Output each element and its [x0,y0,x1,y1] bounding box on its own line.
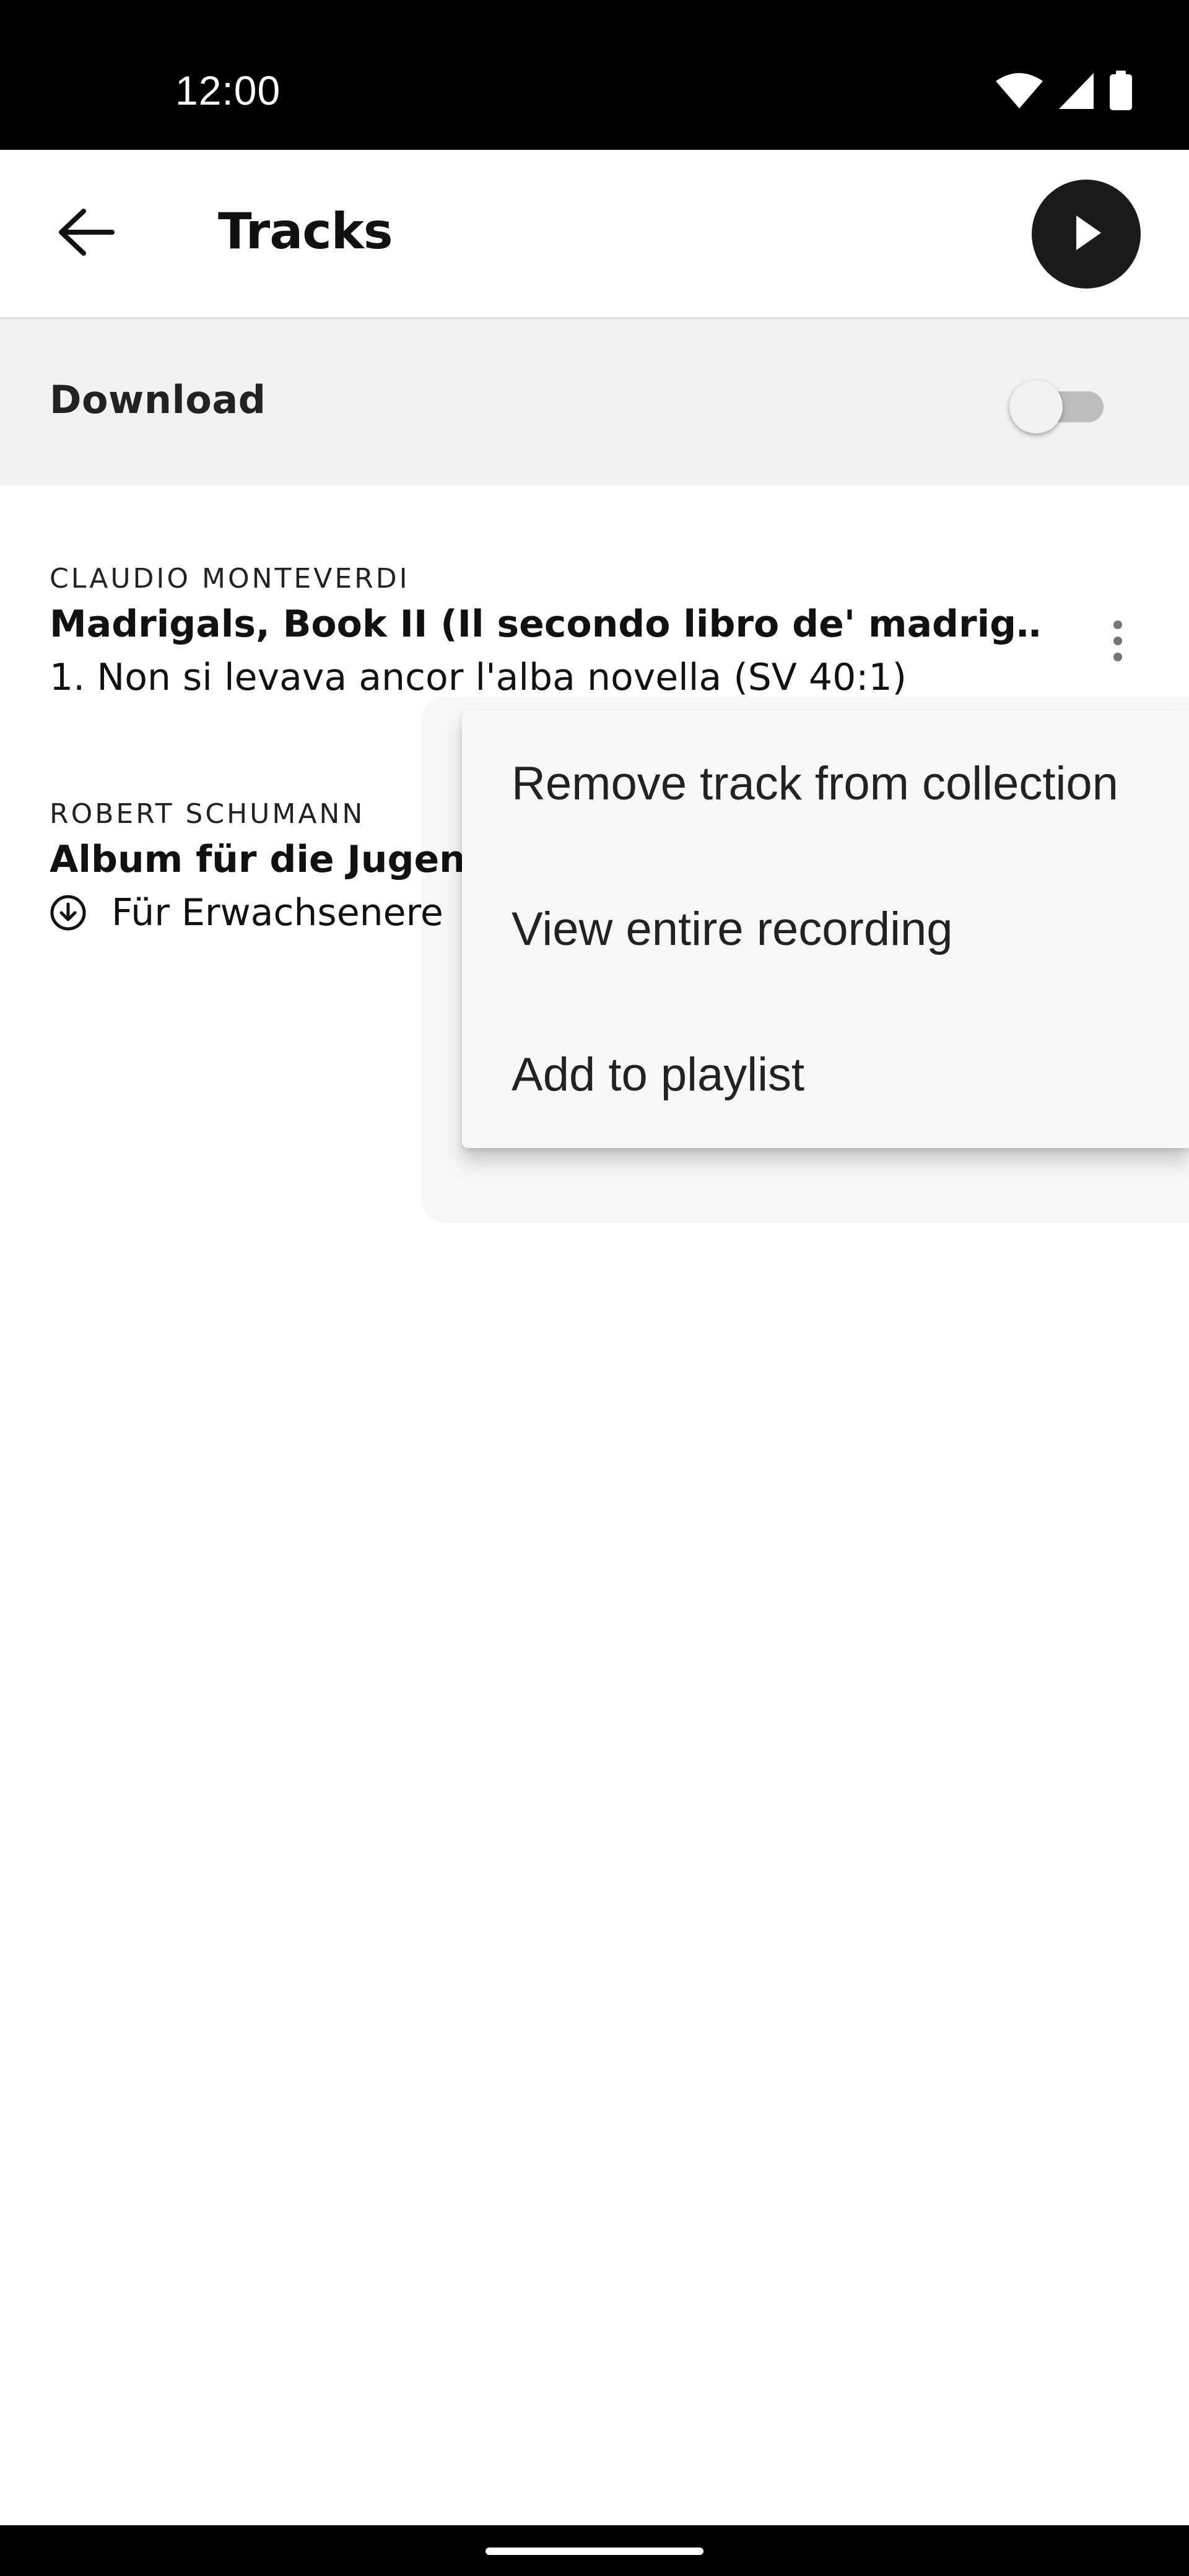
track-item[interactable]: CLAUDIO MONTEVERDI Madrigals, Book II (I… [50,560,1102,704]
track-movement-label: Für Erwachsenere [111,891,443,934]
downloaded-icon [50,894,87,931]
status-time: 12:00 [175,67,281,113]
more-vert-icon-dot [1113,620,1122,629]
overflow-menu: Remove track from collection View entire… [462,711,1189,1148]
page-title: Tracks [218,202,393,260]
back-button[interactable] [50,196,124,271]
menu-item-view-recording[interactable]: View entire recording [462,856,1189,1002]
menu-item-add-to-playlist[interactable]: Add to playlist [462,1002,1189,1147]
status-icons [995,69,1133,113]
play-icon [1069,213,1104,256]
more-vert-icon-dot [1113,637,1122,645]
download-row: Download [0,320,1189,485]
wifi-icon [995,72,1044,110]
arrow-back-icon [59,208,115,259]
home-gesture-handle[interactable] [486,2548,703,2555]
signal-icon [1058,72,1095,110]
status-bar: 12:00 [0,0,1189,150]
track-work-title: Madrigals, Book II (Il secondo libro de'… [50,603,1040,646]
app-bar: Tracks [0,150,1189,320]
more-options-button[interactable] [1096,604,1139,678]
toggle-thumb [1009,380,1063,433]
download-label: Download [50,377,266,422]
system-nav-bar [0,2525,1189,2576]
more-vert-icon-dot [1113,653,1122,661]
battery-icon [1108,71,1133,111]
play-button[interactable] [1032,180,1141,289]
menu-item-remove-track[interactable]: Remove track from collection [462,711,1189,856]
track-composer: CLAUDIO MONTEVERDI [50,563,410,594]
download-toggle[interactable] [1009,375,1108,433]
